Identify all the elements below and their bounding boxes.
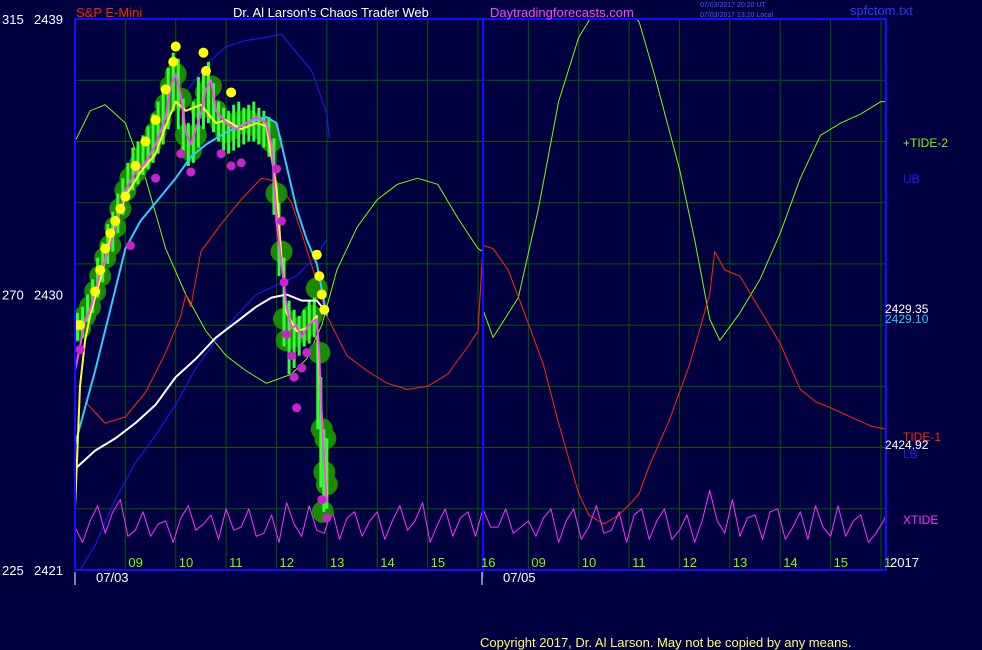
x-tick-label: 14 <box>783 555 797 570</box>
dot-yellow <box>314 271 325 282</box>
footer-copyright: Copyright 2017, Dr. Al Larson. May not b… <box>480 635 851 650</box>
dot-magenta <box>282 329 292 339</box>
x-tick-label: 11 <box>632 555 646 570</box>
dot-yellow <box>160 84 171 95</box>
y-tick-label: 2439 <box>34 12 63 27</box>
dot-yellow <box>110 216 121 227</box>
dot-yellow <box>198 47 209 58</box>
dot-magenta <box>317 495 327 505</box>
x-tick-label: 16 <box>481 555 495 570</box>
dot-yellow <box>115 203 126 214</box>
header-updated-utc: 07/03/2017 20:20 UT <box>700 2 766 9</box>
dot-yellow <box>316 289 327 300</box>
x-tick-label: 12 <box>279 555 293 570</box>
dot-yellow <box>168 56 179 67</box>
y-tick-label: 2421 <box>34 563 63 578</box>
x-tick-label: 15 <box>834 555 848 570</box>
x-tick-label: 09 <box>128 555 142 570</box>
x-tick-label: 10 <box>179 555 193 570</box>
dot-yellow <box>130 160 141 171</box>
dot-magenta <box>186 167 196 177</box>
dot-magenta <box>176 149 186 159</box>
y-index-label: 270 <box>2 288 24 303</box>
dot-yellow <box>75 320 86 331</box>
dot-magenta <box>302 348 312 358</box>
header-updated-local: 07/03/2017 13:20 Local <box>700 12 774 19</box>
legend-item: UB <box>903 172 920 186</box>
dot-magenta <box>297 363 307 373</box>
date-label: 07/03 <box>96 570 129 585</box>
x-tick-label: 10 <box>582 555 596 570</box>
chart-canvas: S&P E-Mini Dr. Al Larson's Chaos Trader … <box>2 2 948 650</box>
dot-magenta <box>226 161 236 171</box>
dot-yellow <box>100 243 111 254</box>
header-site[interactable]: Daytradingforecasts.com <box>490 5 634 20</box>
series-tide1 <box>84 177 886 525</box>
dot-yellow <box>170 41 181 52</box>
dot-yellow <box>150 115 161 126</box>
dot-magenta <box>277 216 287 226</box>
dot-yellow <box>140 136 151 147</box>
x-tick-label: 15 <box>431 555 445 570</box>
dot-magenta <box>216 149 226 159</box>
dot-magenta <box>287 351 297 361</box>
x-tick-label: 12 <box>682 555 696 570</box>
price-bars <box>76 52 329 512</box>
series-cyan-average <box>75 116 328 445</box>
date-label: 07/05 <box>503 570 536 585</box>
dot-magenta <box>271 164 281 174</box>
dot-magenta <box>279 277 289 287</box>
series-tide2 <box>75 19 886 384</box>
dot-magenta <box>289 372 299 382</box>
header-file: spfctom.txt <box>850 3 913 18</box>
x-tick-label: 13 <box>330 555 344 570</box>
dot-magenta <box>292 403 302 413</box>
y-index-label: 315 <box>2 12 24 27</box>
legend: +TIDE-2UBTIDE-1LBXTIDE2429.352429.102424… <box>885 136 948 527</box>
dot-yellow <box>90 286 101 297</box>
value-label: 2429.10 <box>885 312 929 326</box>
dot-green <box>314 427 337 450</box>
series-lb <box>79 239 328 570</box>
y-tick-label: 2430 <box>34 288 63 303</box>
dot-yellow <box>226 87 237 98</box>
dot-magenta <box>75 345 85 355</box>
x-tick-label: 14 <box>380 555 394 570</box>
price-dots <box>75 63 338 523</box>
axis-labels: 315 2439 270 2430 225 2421 09 10 11 12 13 14 15 16 09 1… <box>2 12 919 585</box>
year-label: 2017 <box>890 555 919 570</box>
dot-yellow <box>105 228 116 239</box>
dot-magenta <box>151 173 161 183</box>
x-tick-label: 09 <box>531 555 545 570</box>
indicator-series <box>75 19 886 570</box>
dot-yellow <box>120 191 131 202</box>
series-xtide <box>75 489 886 543</box>
legend-item: XTIDE <box>903 513 938 527</box>
x-tick-label: 13 <box>733 555 747 570</box>
value-label: 2424.92 <box>885 438 929 452</box>
dot-yellow <box>95 265 106 276</box>
dot-yellow <box>319 304 330 315</box>
legend-item: +TIDE-2 <box>903 136 948 150</box>
dot-yellow <box>200 66 211 77</box>
header-title: Dr. Al Larson's Chaos Trader Web <box>233 5 429 20</box>
header-symbol: S&P E-Mini <box>76 5 142 20</box>
dot-magenta <box>322 513 332 523</box>
dot-yellow <box>311 249 322 260</box>
y-index-label: 225 <box>2 563 24 578</box>
dot-magenta <box>125 241 135 251</box>
x-tick-label: 11 <box>229 555 243 570</box>
dot-magenta <box>236 158 246 168</box>
